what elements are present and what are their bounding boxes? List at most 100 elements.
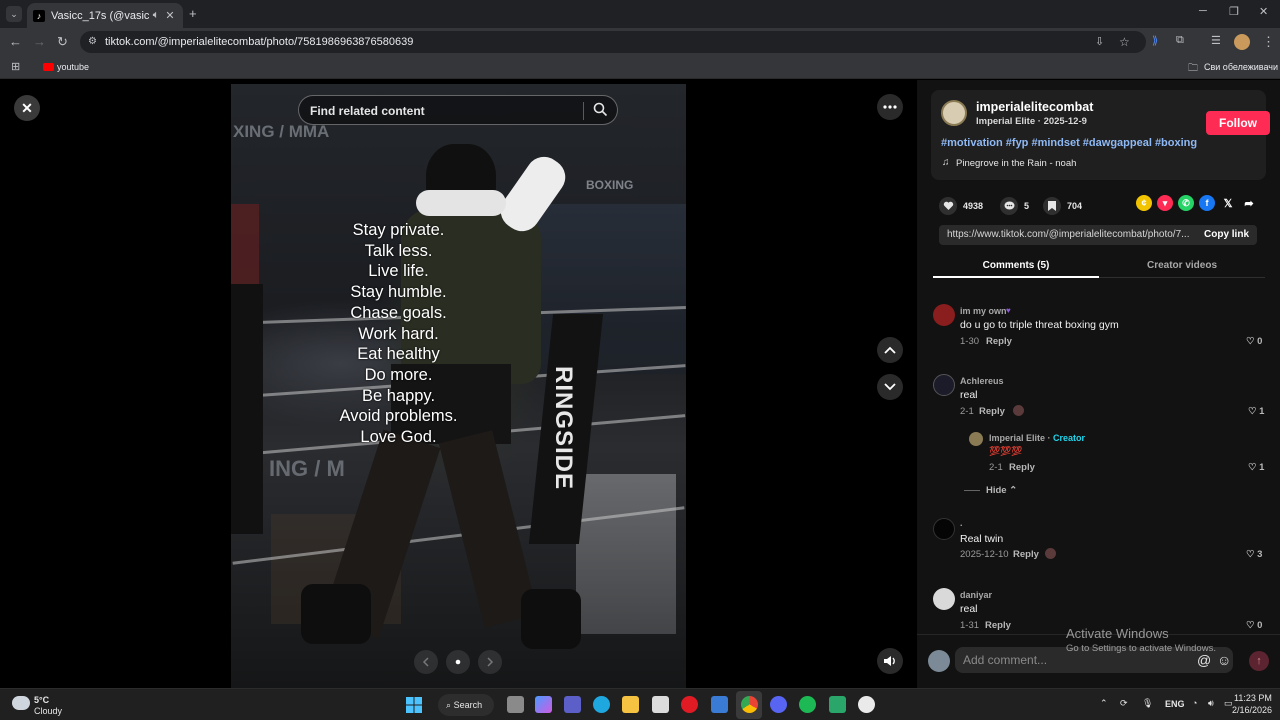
photo-indicator-dot[interactable] (446, 650, 470, 674)
opera-icon[interactable] (681, 696, 698, 713)
chrome-icon[interactable] (741, 696, 758, 713)
browser-tab[interactable]: ♪ Vasicc_17s (@vasicc_17.a) | 🔈︎ ✕ (27, 3, 183, 28)
install-icon[interactable]: ⇩ (1095, 31, 1104, 53)
sync-icon[interactable]: ⟳ (1120, 698, 1128, 709)
copy-link-button[interactable]: Copy link (1204, 225, 1249, 245)
whatsapp-icon[interactable]: ✆ (1178, 195, 1194, 211)
close-tab-icon[interactable]: ✕ (163, 9, 177, 22)
weather-desc[interactable]: Cloudy (34, 706, 62, 716)
profile-avatar[interactable] (1234, 34, 1250, 50)
tab-search-icon[interactable]: ⌄ (6, 6, 22, 22)
task-view-icon[interactable] (507, 696, 524, 713)
commenter-name[interactable]: Imperial Elite · Creator (989, 433, 1085, 443)
tab-creator-videos[interactable]: Creator videos (1099, 260, 1265, 271)
avatar[interactable] (933, 304, 955, 326)
music-title[interactable]: Pinegrove in the Rain - noah (956, 158, 1076, 169)
avatar[interactable] (933, 588, 955, 610)
forward-icon[interactable]: → (33, 34, 46, 49)
cloud-weather-icon[interactable] (12, 696, 30, 710)
creator-username[interactable]: imperialelitecombat (976, 100, 1093, 114)
file-explorer-icon[interactable] (622, 696, 639, 713)
reply-button[interactable]: Reply (979, 406, 1005, 417)
find-related-search[interactable]: Find related content (298, 95, 618, 125)
commenter-name[interactable]: Achlereus (960, 376, 1004, 386)
bookmark-youtube[interactable]: youtube (57, 62, 89, 72)
apps-grid-icon[interactable]: ⊞ (11, 60, 20, 73)
teams-icon[interactable] (564, 696, 581, 713)
taskbar-search[interactable]: ⌕ Search (438, 694, 494, 716)
reply-button[interactable]: Reply (1009, 462, 1035, 473)
speaker-icon[interactable]: 🔈︎ (149, 9, 163, 22)
tray-overflow-icon[interactable]: ⌃ (1100, 698, 1108, 709)
clock-date[interactable]: 2/16/2026 (1232, 705, 1272, 715)
reply-button[interactable]: Reply (985, 620, 1011, 631)
comment-stat[interactable]: 5 (1000, 197, 1029, 215)
unreal-icon[interactable] (858, 696, 875, 713)
x-share-icon[interactable]: 𝕏 (1220, 195, 1236, 211)
copilot-icon[interactable] (535, 696, 552, 713)
all-bookmarks[interactable]: Сви обележивачи (1204, 62, 1278, 72)
mail-icon[interactable] (711, 696, 728, 713)
new-tab-icon[interactable]: + (189, 6, 197, 21)
bookmark-star-icon[interactable]: ☆ (1119, 31, 1130, 53)
app-icon[interactable] (829, 696, 846, 713)
avatar[interactable] (969, 432, 983, 446)
minimize-icon[interactable]: ─ (1199, 5, 1207, 17)
creator-avatar[interactable] (941, 100, 967, 126)
comment-like[interactable]: ♡ 0 (1246, 336, 1262, 347)
language-indicator[interactable]: ENG (1165, 699, 1185, 709)
comment-like[interactable]: ♡ 0 (1246, 620, 1262, 631)
restore-icon[interactable]: ❐ (1229, 5, 1239, 18)
post-photo[interactable]: XING / MMA BOXING ING / M RINGSIDE RINGS… (231, 84, 686, 688)
more-options-icon[interactable] (877, 94, 903, 120)
extension-icon[interactable]: ⟫ (1152, 34, 1158, 47)
back-icon[interactable]: ← (9, 34, 22, 49)
volume-icon[interactable] (877, 648, 903, 674)
url-field[interactable]: ⚙ tiktok.com/@imperialelitecombat/photo/… (80, 31, 1146, 53)
close-viewer-icon[interactable]: ✕ (14, 95, 40, 121)
like-stat[interactable]: 4938 (939, 197, 983, 215)
search-icon[interactable] (593, 102, 608, 117)
store-icon[interactable] (652, 696, 669, 713)
weather-temp[interactable]: 5°C (34, 695, 49, 705)
commenter-name[interactable]: daniyar (960, 590, 992, 600)
reload-icon[interactable]: ↻ (57, 34, 68, 50)
facebook-icon[interactable]: f (1199, 195, 1215, 211)
chevron-up-icon[interactable] (877, 337, 903, 363)
extensions-puzzle-icon[interactable]: ⧉ (1176, 34, 1184, 47)
media-control-icon[interactable]: ☰ (1211, 34, 1221, 47)
next-photo-icon[interactable] (478, 650, 502, 674)
mic-icon[interactable]: 🎙︎ (1142, 698, 1153, 709)
comment-like[interactable]: ♡ 1 (1248, 462, 1264, 473)
spotify-icon[interactable] (799, 696, 816, 713)
avatar[interactable] (933, 374, 955, 396)
comment-like[interactable]: ♡ 1 (1248, 406, 1264, 417)
volume-tray-icon[interactable]: 🔊︎ (1208, 698, 1214, 709)
clock-time[interactable]: 11:23 PM (1234, 693, 1272, 703)
prev-photo-icon[interactable] (414, 650, 438, 674)
commenter-name[interactable]: im my own (960, 306, 1007, 316)
coin-share-icon[interactable]: ¢ (1136, 195, 1152, 211)
reply-button[interactable]: Reply (1013, 549, 1039, 560)
hashtags[interactable]: #motivation #fyp #mindset #dawgappeal #b… (941, 137, 1197, 149)
reply-button[interactable]: Reply (986, 336, 1012, 347)
avatar[interactable] (933, 518, 955, 540)
menu-kebab-icon[interactable]: ⋮ (1262, 34, 1275, 50)
tab-comments[interactable]: Comments (5) (933, 260, 1099, 271)
site-info-icon[interactable]: ⚙ (88, 31, 97, 53)
wifi-icon[interactable]: ◔ (1192, 698, 1197, 708)
discord-icon[interactable] (770, 696, 787, 713)
chevron-down-icon[interactable] (877, 374, 903, 400)
follow-button[interactable]: Follow (1206, 111, 1270, 135)
comment-like[interactable]: ♡ 3 (1246, 549, 1262, 560)
save-stat[interactable]: 704 (1043, 197, 1082, 215)
share-link-url[interactable]: https://www.tiktok.com/@imperialelitecom… (947, 225, 1189, 245)
send-comment-icon[interactable]: ↑ (1249, 651, 1269, 671)
windows-start-icon[interactable] (406, 697, 422, 713)
emoji-icon[interactable]: ☺ (1217, 647, 1231, 673)
more-share-icon[interactable]: ➦ (1241, 195, 1257, 211)
window-close-icon[interactable]: ✕ (1259, 5, 1268, 18)
edge-icon[interactable] (593, 696, 610, 713)
send-share-icon[interactable]: ▾ (1157, 195, 1173, 211)
hide-replies-button[interactable]: Hide ⌃ (986, 485, 1017, 496)
